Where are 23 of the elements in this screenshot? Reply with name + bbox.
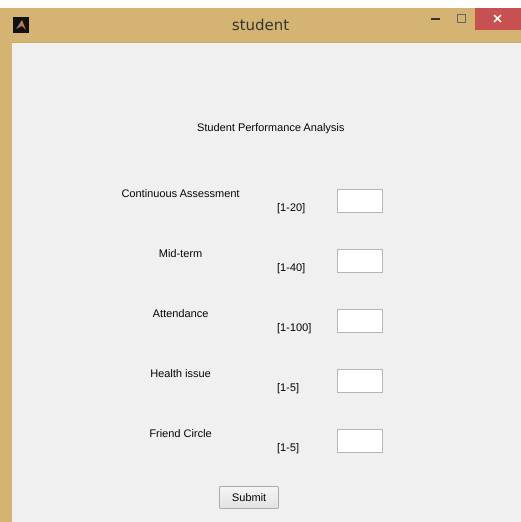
range-hint: [1-40] [277,262,306,274]
range-hint: [1-20] [277,202,306,214]
maximize-icon [457,14,467,24]
close-icon [493,14,503,24]
field-label: Attendance [152,308,208,320]
field-label: Friend Circle [149,428,212,440]
field-label: Mid-term [158,248,202,260]
input-field[interactable] [337,309,383,333]
input-field[interactable] [337,429,383,453]
input-field[interactable] [337,369,383,393]
range-hint: [1-5] [277,442,300,454]
app-icon [13,17,29,33]
close-button[interactable] [475,8,521,30]
input-field[interactable] [337,189,383,213]
field-label: Continuous Assessment [121,188,240,200]
field-label: Health issue [150,368,211,380]
range-hint: [1-100] [277,322,312,334]
input-field[interactable] [337,249,383,273]
minimize-icon [431,17,441,21]
submit-button[interactable]: Submit [219,486,279,509]
range-hint: [1-5] [277,382,300,394]
form-heading: Student Performance Analysis [197,122,344,134]
window-title: student [232,16,290,34]
